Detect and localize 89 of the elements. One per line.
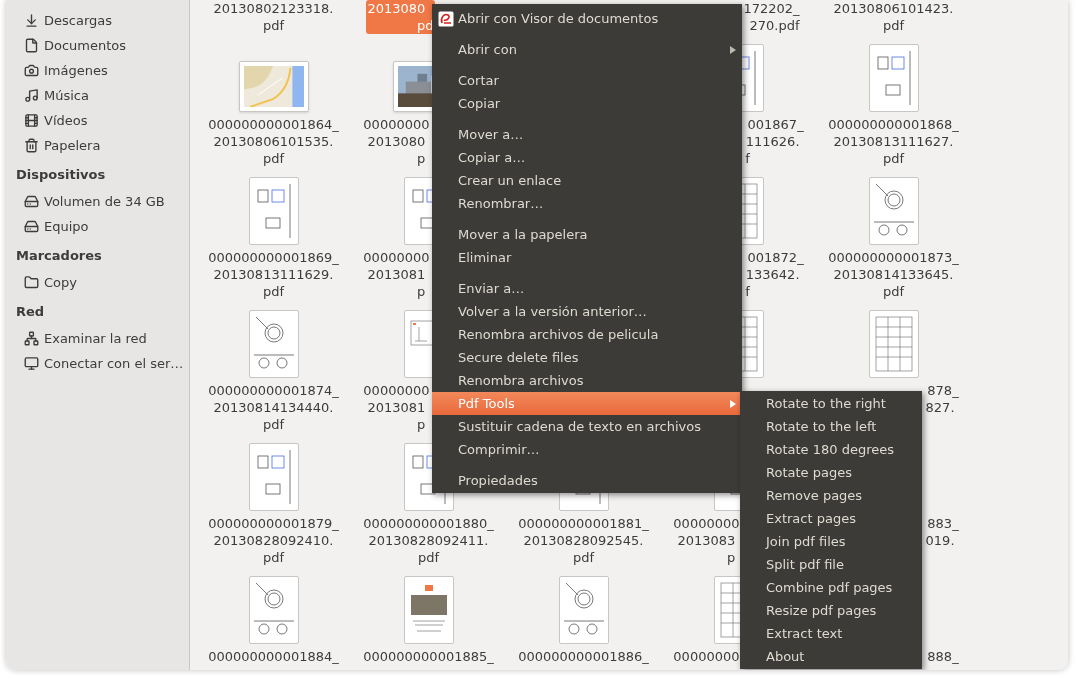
sidebar-item[interactable]: Copy (6, 270, 189, 295)
sidebar-heading: Red (15, 303, 46, 321)
menu-item[interactable]: Rotate to the right (740, 392, 922, 415)
sidebar-item[interactable]: Conectar con el ser… (6, 351, 189, 376)
menu-item[interactable]: Copiar (432, 92, 742, 115)
file-name[interactable]: 001872_ 133642. f (744, 249, 805, 300)
menu-item[interactable]: Abrir con (432, 38, 742, 61)
page-thumbnail (248, 576, 299, 644)
file-name[interactable]: 20130806101423. pdf (832, 0, 955, 34)
menu-item[interactable]: Split pdf file (740, 553, 922, 576)
file-name[interactable]: 000000000001880_ 20130828092411. pdf (362, 515, 495, 566)
file-name[interactable]: 20130802123318. pdf (212, 0, 335, 34)
menu-item[interactable]: Rotate to the left (740, 415, 922, 438)
menu-item[interactable]: Enviar a… (432, 277, 742, 300)
document-viewer-icon (438, 10, 454, 27)
menu-item[interactable]: Eliminar (432, 246, 742, 269)
menu-item[interactable]: Rotate 180 degrees (740, 438, 922, 461)
file-name[interactable]: 000000000001873_ 20130814133645. pdf (827, 249, 960, 300)
menu-item[interactable]: Combine pdf pages (740, 576, 922, 599)
sidebar-item[interactable]: Imágenes (6, 58, 189, 83)
sidebar-item[interactable]: Descargas (6, 8, 189, 33)
music-icon (24, 88, 39, 103)
file-name[interactable]: 00000000 2013081 p (362, 382, 431, 433)
menu-item[interactable]: Mover a la papelera (432, 223, 742, 246)
file-name[interactable]: 001867_ 111626. f (744, 116, 805, 167)
sidebar-heading: Marcadores (15, 247, 103, 265)
sidebar-item[interactable]: Volumen de 34 GB (6, 189, 189, 214)
file-name[interactable]: 000000000001884_ (207, 648, 340, 665)
menu-item[interactable]: Renombra archivos de pelicula (432, 323, 742, 346)
page-thumbnail (403, 576, 454, 644)
file-name[interactable]: 000000000001874_ 20130814134440. pdf (207, 382, 340, 433)
page-thumbnail (248, 310, 299, 378)
file-name[interactable]: 00000000 2013080 p (362, 116, 431, 167)
menu-item[interactable]: Resize pdf pages (740, 599, 922, 622)
menu-item[interactable]: About (740, 645, 922, 668)
trash-icon (24, 138, 39, 153)
menu-item[interactable]: Abrir con Visor de documentos (432, 7, 742, 30)
sidebar-item[interactable]: Documentos (6, 33, 189, 58)
menu-item[interactable]: Extract pages (740, 507, 922, 530)
menu-item[interactable]: Remove pages (740, 484, 922, 507)
sidebar-item[interactable]: Música (6, 83, 189, 108)
file-name[interactable]: 000000000001864_ 20130806101535. pdf (207, 116, 340, 167)
file-name[interactable]: 000000000001869_ 20130813111629. pdf (207, 249, 340, 300)
menu-item[interactable]: Rotate pages (740, 461, 922, 484)
menu-item[interactable]: Crear un enlace (432, 169, 742, 192)
page-thumbnail (868, 310, 919, 378)
monitor-icon (24, 356, 39, 371)
drive-icon (24, 194, 39, 209)
file-name[interactable]: 00000000 2013081 p (362, 249, 431, 300)
file-name[interactable]: 883_ 019. (924, 515, 960, 549)
page-thumbnail (248, 177, 299, 245)
film-icon (24, 113, 39, 128)
menu-item[interactable]: Cortar (432, 69, 742, 92)
sidebar-item[interactable]: Vídeos (6, 108, 189, 133)
file-name[interactable]: 172202_ 270.pdf (742, 0, 801, 34)
file-name[interactable]: 00000000 2013083 p (672, 515, 741, 566)
network-icon (24, 331, 39, 346)
sidebar-item[interactable]: Papelera (6, 133, 189, 158)
menu-item[interactable]: Renombrar… (432, 192, 742, 215)
camera-icon (24, 63, 39, 78)
menu-item[interactable]: Propiedades (432, 469, 742, 492)
page-thumbnail (558, 576, 609, 644)
page-thumbnail (248, 443, 299, 511)
menu-item[interactable]: Volver a la versión anterior… (432, 300, 742, 323)
document-icon (24, 38, 39, 53)
menu-item[interactable]: Secure delete files (432, 346, 742, 369)
file-name[interactable]: 000000000001868_ 20130813111627. pdf (827, 116, 960, 167)
file-name[interactable]: 00000000 (672, 648, 741, 665)
drive-icon (24, 219, 39, 234)
file-name[interactable]: 000000000001886_ (517, 648, 650, 665)
folder-icon (24, 275, 39, 290)
menu-item[interactable]: Copiar a… (432, 146, 742, 169)
file-name[interactable]: 878_ 827. (924, 382, 960, 416)
menu-item[interactable]: Mover a… (432, 123, 742, 146)
file-name[interactable]: 000000000001881_ 20130828092545. pdf (517, 515, 650, 566)
menu-item[interactable]: Join pdf files (740, 530, 922, 553)
sidebar-heading: Dispositivos (15, 166, 107, 184)
menu-item[interactable]: Comprimir… (432, 438, 742, 461)
page-thumbnail (868, 44, 919, 112)
file-name[interactable]: 000000000001879_ 20130828092410. pdf (207, 515, 340, 566)
page-thumbnail (868, 177, 919, 245)
file-name[interactable]: 888_ (926, 648, 960, 665)
menu-item[interactable]: Extract text (740, 622, 922, 645)
sidebar-item[interactable]: Equipo (6, 214, 189, 239)
file-name[interactable]: 000000000001885_ (362, 648, 495, 665)
menu-item[interactable]: Sustituir cadena de texto en archivos (432, 415, 742, 438)
menu-item[interactable]: Renombra archivos (432, 369, 742, 392)
sidebar-item[interactable]: Examinar la red (6, 326, 189, 351)
download-icon (24, 13, 39, 28)
